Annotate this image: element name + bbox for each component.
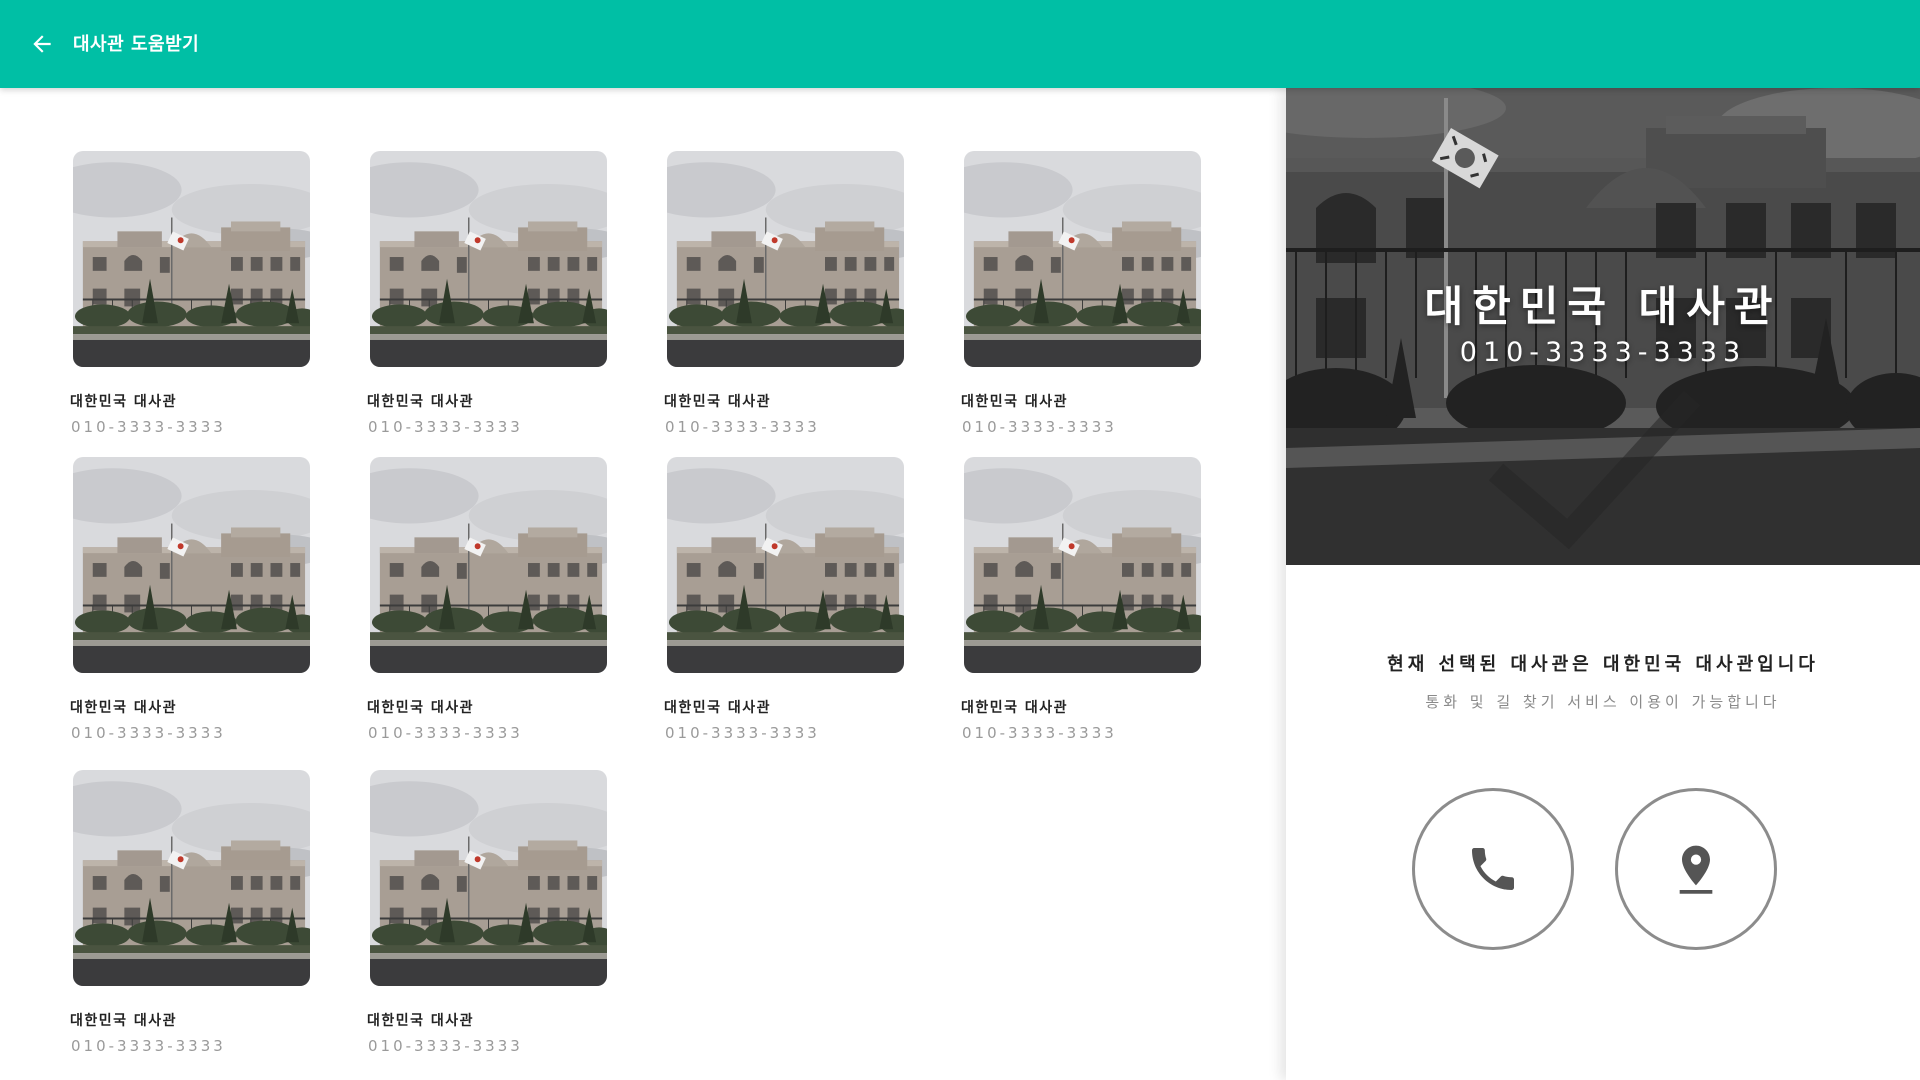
embassy-card[interactable]: 대한민국 대사관 010-3333-3333 [367, 151, 607, 436]
embassy-card[interactable]: 대한민국 대사관 010-3333-3333 [70, 151, 310, 436]
embassy-name: 대한민국 대사관 [664, 700, 772, 716]
embassy-card[interactable]: 대한민국 대사관 010-3333-3333 [664, 457, 904, 742]
embassy-thumbnail[interactable] [667, 457, 904, 673]
directions-button[interactable] [1615, 788, 1777, 950]
embassy-name: 대한민국 대사관 [70, 1013, 178, 1029]
back-button[interactable] [24, 26, 60, 62]
embassy-hero-title: 대한민국 대사관 [1424, 282, 1782, 331]
embassy-hero-phone: 010-3333-3333 [1459, 337, 1747, 368]
embassy-card[interactable]: 대한민국 대사관 010-3333-3333 [961, 151, 1201, 436]
embassy-thumbnail[interactable] [73, 151, 310, 367]
embassy-name: 대한민국 대사관 [70, 394, 178, 410]
phone-icon [1472, 848, 1514, 890]
embassy-name: 대한민국 대사관 [961, 700, 1069, 716]
embassy-card[interactable]: 대한민국 대사관 010-3333-3333 [664, 151, 904, 436]
embassy-thumbnail[interactable] [370, 770, 607, 986]
embassy-name: 대한민국 대사관 [367, 700, 475, 716]
embassy-phone: 010-3333-3333 [962, 418, 1117, 436]
services-available-text: 통화 및 길 찾기 서비스 이용이 가능합니다 [1425, 693, 1781, 711]
embassy-card[interactable]: 대한민국 대사관 010-3333-3333 [367, 770, 607, 1055]
embassy-phone: 010-3333-3333 [71, 418, 226, 436]
embassy-phone: 010-3333-3333 [368, 1037, 523, 1055]
embassy-name: 대한민국 대사관 [961, 394, 1069, 410]
embassy-phone: 010-3333-3333 [665, 418, 820, 436]
embassy-thumbnail[interactable] [964, 151, 1201, 367]
embassy-name: 대한민국 대사관 [70, 700, 178, 716]
page-title: 대사관 도움받기 [73, 34, 200, 55]
embassy-thumbnail[interactable] [667, 151, 904, 367]
embassy-name: 대한민국 대사관 [367, 1013, 475, 1029]
embassy-name: 대한민국 대사관 [664, 394, 772, 410]
embassy-name: 대한민국 대사관 [367, 394, 475, 410]
location-pin-icon [1679, 845, 1713, 894]
embassy-hero: 대한민국 대사관 010-3333-3333 [1286, 88, 1920, 565]
embassy-thumbnail[interactable] [73, 457, 310, 673]
arrow-left-icon [33, 35, 51, 53]
embassy-phone: 010-3333-3333 [368, 418, 523, 436]
embassy-phone: 010-3333-3333 [71, 1037, 226, 1055]
embassy-card[interactable]: 대한민국 대사관 010-3333-3333 [70, 770, 310, 1055]
embassy-thumbnail[interactable] [964, 457, 1201, 673]
embassy-card[interactable]: 대한민국 대사관 010-3333-3333 [70, 457, 310, 742]
selected-embassy-text: 현재 선택된 대사관은 대한민국 대사관입니다 [1387, 654, 1819, 675]
embassy-phone: 010-3333-3333 [71, 724, 226, 742]
embassy-phone: 010-3333-3333 [665, 724, 820, 742]
embassy-thumbnail[interactable] [370, 151, 607, 367]
app-bar: 대사관 도움받기 [0, 0, 1920, 88]
embassy-card[interactable]: 대한민국 대사관 010-3333-3333 [367, 457, 607, 742]
embassy-card[interactable]: 대한민국 대사관 010-3333-3333 [961, 457, 1201, 742]
embassy-list: 대한민국 대사관 010-3333-3333 대한민국 대사관 010-3333… [0, 88, 1286, 1080]
embassy-thumbnail[interactable] [370, 457, 607, 673]
embassy-phone: 010-3333-3333 [962, 724, 1117, 742]
embassy-thumbnail[interactable] [73, 770, 310, 986]
embassy-phone: 010-3333-3333 [368, 724, 523, 742]
embassy-detail-panel: 대한민국 대사관 010-3333-3333 현재 선택된 대사관은 대한민국 … [1286, 88, 1920, 1080]
call-button[interactable] [1412, 788, 1574, 950]
